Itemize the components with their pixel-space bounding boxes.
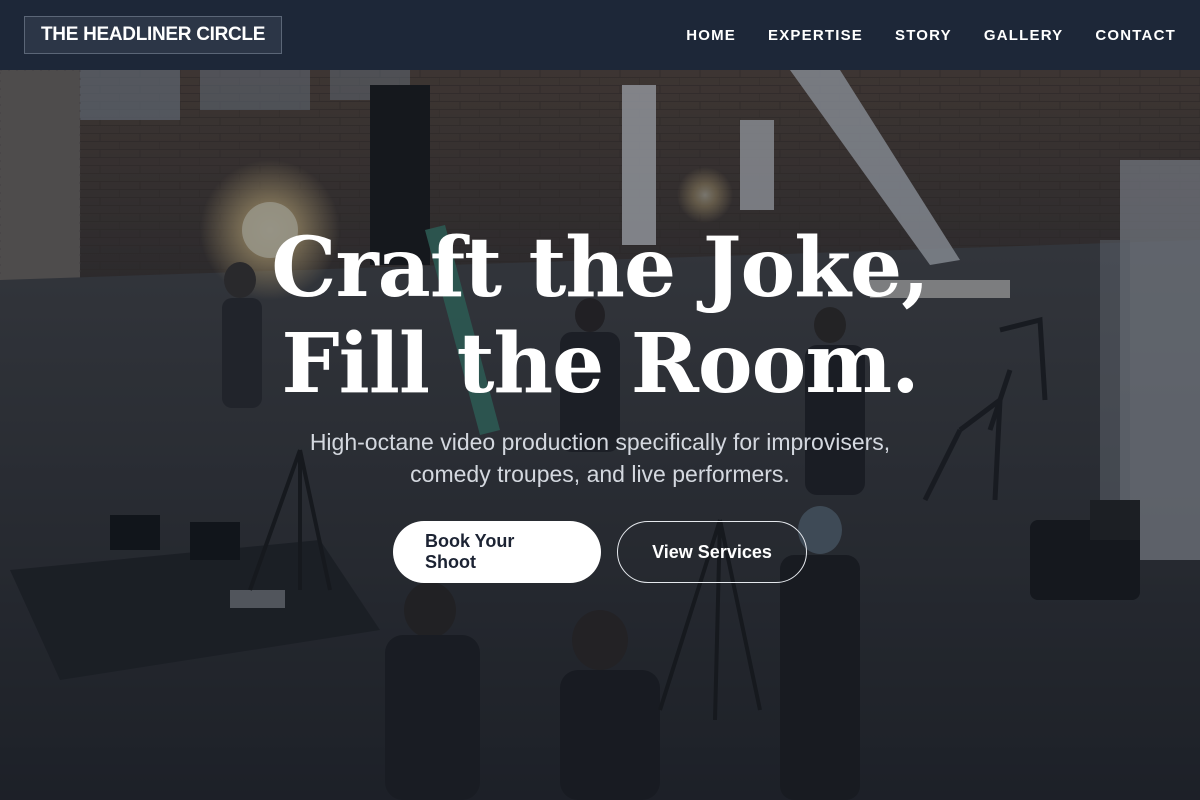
brand-logo[interactable]: THE HEADLINER CIRCLE bbox=[24, 16, 283, 54]
hero-subhead-line-2: comedy troupes, and live performers. bbox=[410, 461, 790, 487]
hero-headline-line-1: Craft the Joke, bbox=[271, 220, 930, 316]
nav-gallery[interactable]: GALLERY bbox=[984, 27, 1064, 44]
hero-cta-group: Book Your Shoot View Services bbox=[0, 521, 1200, 583]
site-header: THE HEADLINER CIRCLE HOME EXPERTISE STOR… bbox=[0, 0, 1200, 70]
nav-home[interactable]: HOME bbox=[686, 27, 736, 44]
hero-section: Craft the Joke, Fill the Room. High-octa… bbox=[0, 70, 1200, 800]
hero-headline-line-2: Fill the Room. bbox=[281, 316, 919, 412]
nav-story[interactable]: STORY bbox=[895, 27, 952, 44]
nav-contact[interactable]: CONTACT bbox=[1095, 27, 1176, 44]
hero-subhead-line-1: High-octane video production specificall… bbox=[309, 429, 891, 455]
view-services-button[interactable]: View Services bbox=[617, 521, 807, 583]
nav-expertise[interactable]: EXPERTISE bbox=[768, 27, 863, 44]
book-your-shoot-button[interactable]: Book Your Shoot bbox=[393, 521, 601, 583]
main-nav: HOME EXPERTISE STORY GALLERY CONTACT bbox=[686, 27, 1176, 44]
hero-headline: Craft the Joke, Fill the Room. bbox=[0, 220, 1200, 412]
hero-subhead: High-octane video production specificall… bbox=[250, 426, 950, 490]
